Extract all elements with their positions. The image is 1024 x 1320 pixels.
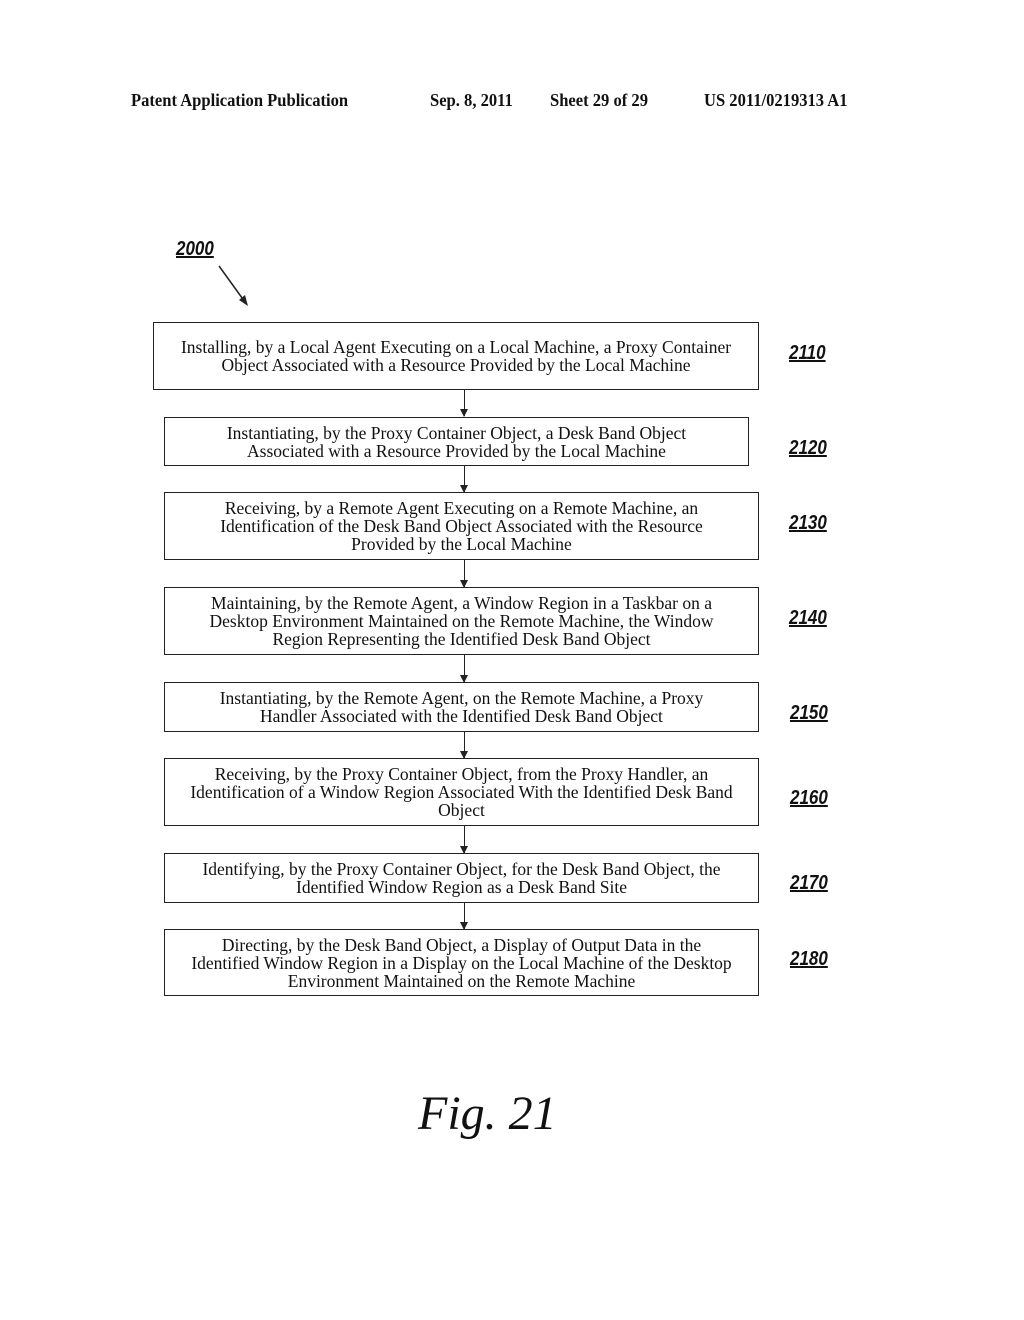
start-arrow-icon <box>218 265 248 306</box>
flow-arrow <box>460 655 468 683</box>
sheet-number: Sheet 29 of 29 <box>550 90 648 110</box>
flow-step-2140: Maintaining, by the Remote Agent, a Wind… <box>164 587 759 655</box>
flow-arrow <box>460 390 468 417</box>
flow-arrow <box>460 732 468 759</box>
step-text: Installing, by a Local Agent Executing o… <box>180 337 732 375</box>
patent-number: US 2011/0219313 A1 <box>704 90 848 110</box>
flow-step-2120: Instantiating, by the Proxy Container Ob… <box>164 417 749 466</box>
step-ref: 2130 <box>789 512 827 534</box>
flow-step-2180: Directing, by the Desk Band Object, a Di… <box>164 929 759 996</box>
publication-label: Patent Application Publication <box>131 90 349 110</box>
flow-step-2150: Instantiating, by the Remote Agent, on t… <box>164 682 759 732</box>
flow-step-2130: Receiving, by a Remote Agent Executing o… <box>164 492 759 560</box>
step-ref: 2110 <box>789 342 826 364</box>
flow-arrow <box>460 560 468 588</box>
step-ref: 2160 <box>790 787 828 809</box>
step-ref: 2140 <box>789 607 827 629</box>
step-text: Directing, by the Desk Band Object, a Di… <box>191 934 732 991</box>
step-text: Receiving, by a Remote Agent Executing o… <box>220 498 703 554</box>
step-text: Instantiating, by the Remote Agent, on t… <box>219 688 704 726</box>
step-text: Instantiating, by the Proxy Container Ob… <box>226 422 687 461</box>
diagram-ref-2000: 2000 <box>176 238 214 260</box>
step-text: Receiving, by the Proxy Container Object… <box>190 764 733 820</box>
flow-step-2170: Identifying, by the Proxy Container Obje… <box>164 853 759 903</box>
flow-arrow <box>460 903 468 930</box>
figure-label: Fig. 21 <box>418 1087 557 1140</box>
step-ref: 2150 <box>790 702 828 724</box>
step-ref: 2170 <box>790 872 828 894</box>
step-ref: 2120 <box>789 437 827 459</box>
flow-arrow <box>460 466 468 493</box>
flow-step-2110: Installing, by a Local Agent Executing o… <box>153 322 759 390</box>
step-text: Identifying, by the Proxy Container Obje… <box>202 859 721 897</box>
flow-step-2160: Receiving, by the Proxy Container Object… <box>164 758 759 826</box>
publication-date: Sep. 8, 2011 <box>430 90 513 110</box>
step-text: Maintaining, by the Remote Agent, a Wind… <box>209 593 714 649</box>
step-ref: 2180 <box>790 948 828 970</box>
flow-arrow <box>460 826 468 854</box>
